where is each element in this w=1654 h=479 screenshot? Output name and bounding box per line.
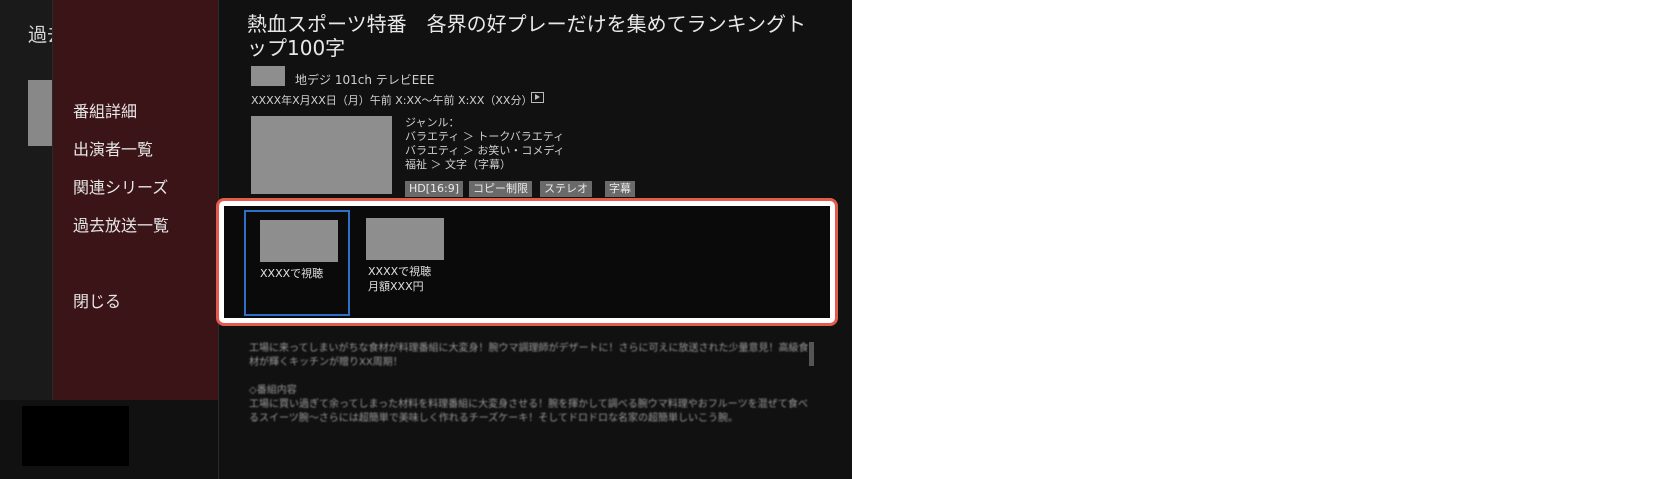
menu-item-program-details[interactable]: 番組詳細: [73, 98, 137, 122]
watch-option-label: XXXXで視聴: [260, 267, 324, 280]
menu-item-cast-list[interactable]: 出演者一覧: [73, 136, 153, 160]
watch-option-text: XXXXで視聴 月額XXX円: [368, 264, 448, 294]
description-heading: ◇番組内容: [249, 385, 297, 396]
description-scrollbar[interactable]: [809, 342, 814, 366]
menu-item-past-broadcasts[interactable]: 過去放送一覧: [73, 212, 169, 236]
service-logo: [366, 218, 444, 260]
watch-option-label: XXXXで視聴: [368, 265, 432, 278]
channel-logo: [251, 66, 285, 86]
tag-subtitles: 字幕: [605, 181, 635, 197]
program-description: 工場に来ってしまいがちな食材が料理番組に大変身！腕ウマ調理師がデザートに！さらに…: [249, 342, 809, 426]
watch-options-inner: XXXXで視聴 XXXXで視聴 月額XXX円: [224, 206, 830, 318]
program-title: 熱血スポーツ特番 各界の好プレーだけを集めてランキングトップ100字: [247, 12, 806, 60]
channel-info: 地デジ 101ch テレビEEE: [295, 73, 435, 87]
tag-hd: HD[16:9]: [405, 181, 464, 197]
genre-item: 福祉 ＞ 文字（字幕）: [405, 158, 511, 171]
program-thumbnail: [251, 116, 392, 194]
tag-copy-restriction: コピー制限: [469, 181, 532, 197]
watch-options-box: XXXXで視聴 XXXXで視聴 月額XXX円: [216, 198, 838, 326]
menu-item-related-series[interactable]: 関連シリーズ: [73, 174, 168, 198]
broadcast-datetime: XXXX年X月XX日（月）午前 X:XX～午前 X:XX（XX分）: [251, 94, 533, 107]
watch-option-price: 月額XXX円: [368, 280, 424, 293]
tv-screen: 過去 番組詳細 出演者一覧 関連シリーズ 過去放送一覧 閉じる 熱血スポーツ特番…: [0, 0, 852, 479]
genre-item: バラエティ ＞ お笑い・コメディ: [405, 144, 565, 157]
side-menu: 番組詳細 出演者一覧 関連シリーズ 過去放送一覧 閉じる: [52, 0, 219, 400]
play-icon: [531, 92, 544, 103]
description-paragraph: 工場に来ってしまいがちな食材が料理番組に大変身！腕ウマ調理師がデザートに！さらに…: [249, 343, 809, 368]
service-logo: [260, 220, 338, 262]
menu-item-close[interactable]: 閉じる: [73, 288, 121, 312]
description-paragraph: 工場に買い過ぎて余ってしまった材料を料理番組に大変身させる！腕を揮かして調べる腕…: [249, 399, 808, 424]
watch-option-2[interactable]: XXXXで視聴 月額XXX円: [360, 210, 466, 316]
tag-stereo: ステレオ: [540, 181, 592, 197]
mini-preview: [22, 406, 129, 466]
genre-item: バラエティ ＞ トークバラエティ: [405, 130, 565, 143]
watch-option-1[interactable]: XXXXで視聴: [244, 210, 350, 316]
genre-label: ジャンル：: [405, 116, 460, 129]
